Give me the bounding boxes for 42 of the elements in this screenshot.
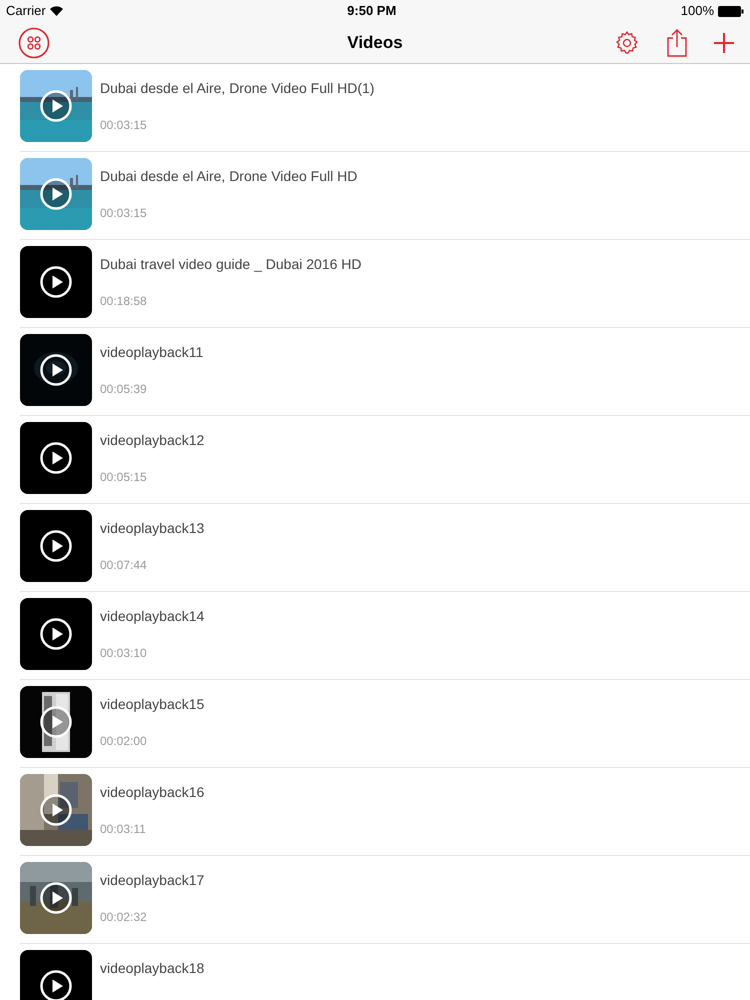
share-icon[interactable] [666, 29, 688, 57]
play-icon[interactable] [40, 970, 72, 1000]
play-icon[interactable] [40, 442, 72, 474]
video-duration: 00:02:32 [100, 909, 148, 926]
video-duration: 00:05:15 [100, 469, 148, 486]
video-duration: 00:18:58 [100, 293, 148, 310]
settings-icon[interactable] [614, 30, 640, 56]
play-icon[interactable] [40, 266, 72, 298]
play-icon[interactable] [40, 354, 72, 386]
video-duration: 00:03:15 [100, 117, 148, 134]
wifi-icon [50, 6, 63, 16]
add-icon[interactable] [714, 33, 734, 53]
video-title[interactable]: videoplayback18 [100, 958, 204, 979]
video-title[interactable]: videoplayback11 [100, 342, 204, 363]
video-title[interactable]: videoplayback12 [100, 430, 204, 451]
video-duration: 00:03:10 [100, 645, 148, 662]
video-duration: 00:03:11 [100, 821, 147, 838]
clock: 9:50 PM [347, 2, 396, 20]
video-duration: 00:05:39 [100, 381, 148, 398]
play-icon[interactable] [40, 90, 72, 122]
play-icon[interactable] [40, 882, 72, 914]
play-icon[interactable] [40, 706, 72, 738]
carrier-label: Carrier [6, 2, 46, 20]
video-duration: 00:07:44 [100, 557, 148, 574]
video-title[interactable]: videoplayback14 [100, 606, 204, 627]
video-duration: 00:02:00 [100, 733, 148, 750]
play-icon[interactable] [40, 178, 72, 210]
play-icon[interactable] [40, 530, 72, 562]
battery-icon [718, 6, 744, 16]
video-title[interactable]: Dubai desde el Aire, Drone Video Full HD [100, 166, 358, 187]
menu-button[interactable] [18, 27, 50, 59]
video-title[interactable]: videoplayback15 [100, 694, 204, 715]
battery-percent: 100% [680, 2, 714, 20]
video-title[interactable]: Dubai desde el Aire, Drone Video Full HD(1) [100, 78, 374, 99]
video-title[interactable]: videoplayback13 [100, 518, 204, 539]
nav-title: Videos [347, 32, 403, 54]
video-title[interactable]: videoplayback17 [100, 870, 204, 891]
video-title[interactable]: Dubai travel video guide _ Dubai 2016 HD [100, 254, 362, 275]
play-icon[interactable] [40, 794, 72, 826]
video-title[interactable]: videoplayback16 [100, 782, 204, 803]
play-icon[interactable] [40, 618, 72, 650]
video-duration: 00:03:15 [100, 205, 148, 222]
